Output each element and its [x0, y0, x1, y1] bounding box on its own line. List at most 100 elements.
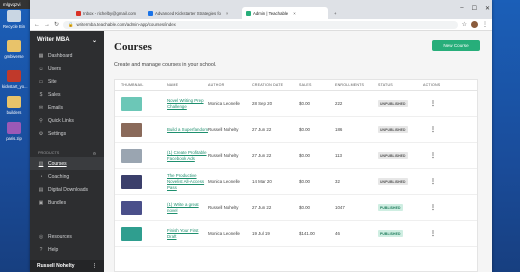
back-icon[interactable]: ← — [34, 22, 40, 28]
column-header: ACTIONS — [423, 83, 441, 87]
tab-inbox[interactable]: Inbox - richelby@gmail.com — [72, 7, 142, 19]
row-actions-icon[interactable]: ⋮ — [423, 230, 443, 237]
sidebar-item-help[interactable]: ? Help — [30, 243, 104, 256]
close-icon[interactable]: × — [293, 11, 296, 16]
sidebar-item-label: Dashboard — [48, 52, 73, 59]
column-header: ENROLLMENTS — [335, 83, 365, 87]
tab-kickstarter[interactable]: Advanced Kickstarter Strategies fo × — [144, 7, 240, 19]
status-cell: UNPUBLISHED — [378, 152, 423, 159]
reload-icon[interactable]: ↻ — [54, 21, 59, 28]
sidebar-item-dashboard[interactable]: ▦ Dashboard — [30, 49, 104, 62]
school-header[interactable]: Writer MBA ⌄ — [30, 31, 104, 49]
close-window-button[interactable]: ✕ — [485, 5, 490, 12]
row-actions-icon[interactable]: ⋮ — [423, 100, 443, 107]
row-actions-icon[interactable]: ⋮ — [423, 152, 443, 159]
sales-value: $141.00 — [299, 231, 315, 236]
sidebar-item-coaching[interactable]: ◔ Coaching — [30, 170, 104, 183]
file-icon — [7, 70, 21, 82]
course-name-link[interactable]: Novel Writing Prep Challenge — [167, 98, 208, 110]
sidebar-item-label: Site — [48, 78, 57, 85]
new-tab-button[interactable]: + — [330, 7, 340, 19]
course-thumbnail[interactable] — [121, 96, 142, 111]
thumbnail-cell — [121, 96, 167, 111]
sidebar-item-courses[interactable]: ▥ Courses — [30, 157, 104, 170]
desktop-icon[interactable]: builders — [2, 96, 26, 115]
bundles-icon: ▣ — [38, 199, 44, 206]
sidebar-item-label: Emails — [48, 104, 64, 111]
sidebar-item-resources[interactable]: ◎ Resources — [30, 230, 104, 243]
maximize-button[interactable]: ☐ — [472, 5, 477, 12]
sidebar-item-settings[interactable]: ⚙ Settings — [30, 127, 104, 140]
gear-icon[interactable]: ⚙ — [93, 151, 96, 156]
tab-teachable[interactable]: Admin | Teachable × — [242, 7, 328, 19]
desktop-icon[interactable]: Recycle Bin — [2, 10, 26, 29]
course-thumbnail[interactable] — [121, 122, 142, 137]
forward-icon[interactable]: → — [44, 22, 50, 28]
course-name-link[interactable]: Finish Your First Draft — [167, 228, 208, 240]
status-cell: UNPUBLISHED — [378, 178, 423, 185]
sales-value: $0.00 — [299, 153, 310, 158]
course-name-link[interactable]: Build a Superfandom — [167, 127, 208, 133]
file-icon — [7, 10, 21, 22]
page-title: Courses — [114, 41, 152, 53]
course-thumbnail[interactable] — [121, 226, 142, 241]
column-header[interactable]: NAME — [167, 83, 208, 87]
menu-icon[interactable]: ⋮ — [482, 21, 488, 28]
download-icon: ▤ — [38, 186, 44, 193]
column-header[interactable]: CREATION DATE — [252, 83, 299, 87]
site-icon: ▭ — [38, 78, 44, 85]
table-row: Build a Superfandom Russell Nohelty 27 Jun… — [115, 117, 477, 143]
status-badge: PUBLISHED — [378, 230, 403, 237]
course-name-link[interactable]: (1) Create Profitable Facebook Ads — [167, 150, 208, 162]
desktop-icon[interactable]: kickstart_yo... — [2, 70, 28, 89]
sidebar-item-bundles[interactable]: ▣ Bundles — [30, 196, 104, 209]
sidebar-item-sales[interactable]: $ Sales — [30, 88, 104, 101]
row-actions-icon[interactable]: ⋮ — [423, 126, 443, 133]
row-actions-icon[interactable]: ⋮ — [423, 178, 443, 185]
course-name-link[interactable]: (1) Write a great novel — [167, 202, 208, 214]
course-thumbnail[interactable] — [121, 174, 142, 189]
sidebar-item-emails[interactable]: ✉ Emails — [30, 101, 104, 114]
recorder-chip[interactable]: mlgvqzvi — [0, 0, 32, 9]
sidebar-item-quick-links[interactable]: ⚲ Quick Links — [30, 114, 104, 127]
sidebar-item-label: Help — [48, 246, 59, 253]
desktop-icon[interactable]: gmbiverse — [2, 40, 26, 59]
user-menu[interactable]: Russell Nohelty ⋮ — [30, 260, 104, 272]
sidebar-item-site[interactable]: ▭ Site — [30, 75, 104, 88]
profile-avatar[interactable] — [471, 21, 478, 28]
sidebar-item-label: Courses — [48, 160, 67, 167]
settings-icon: ⚙ — [38, 130, 44, 137]
tab-label: Admin | Teachable — [253, 10, 289, 16]
products-label: PRODUCTS — [38, 151, 60, 155]
row-actions-icon[interactable]: ⋮ — [423, 204, 443, 211]
column-header: AUTHOR — [208, 83, 225, 87]
help-icon: ? — [39, 246, 43, 253]
course-author: Russell Nohelty — [208, 153, 239, 158]
sidebar-item-digital-downloads[interactable]: ▤ Digital Downloads — [30, 183, 104, 196]
desktop-icon[interactable]: paris.zip — [2, 122, 26, 141]
course-name-link[interactable]: The Productive Novelist All-Access Pass — [167, 173, 208, 191]
course-author: Russell Nohelty — [208, 205, 239, 210]
sidebar-item-label: Settings — [48, 130, 67, 137]
emails-icon: ✉ — [38, 104, 44, 111]
close-icon[interactable]: × — [226, 11, 229, 16]
url-text: writermba.teachable.com/admin-app/course… — [76, 22, 176, 27]
table-row: Finish Your First Draft Monica Leonelle 19… — [115, 221, 477, 247]
lock-icon: 🔒 — [68, 21, 74, 27]
star-icon[interactable]: ☆ — [462, 21, 467, 28]
gmail-icon — [76, 10, 81, 16]
sales-value: $0.00 — [299, 127, 310, 132]
sidebar-item-users[interactable]: ☺ Users — [30, 62, 104, 75]
sidebar-item-label: Resources — [48, 233, 72, 240]
course-thumbnail[interactable] — [121, 148, 142, 163]
address-bar[interactable]: 🔒 writermba.teachable.com/admin-app/cour… — [63, 20, 458, 29]
more-icon[interactable]: ⋮ — [92, 263, 97, 269]
courses-table: THUMBNAIL NAME AUTHOR CREATION DATE SALES ENR… — [114, 79, 478, 272]
course-thumbnail[interactable] — [121, 200, 142, 215]
course-author: Russell Nohelty — [208, 127, 239, 132]
page-icon — [148, 10, 153, 16]
new-course-button[interactable]: New Course — [432, 40, 480, 51]
enrollments-count: 186 — [335, 127, 343, 132]
courses-icon: ▥ — [38, 160, 44, 167]
minimize-button[interactable]: – — [460, 5, 463, 12]
